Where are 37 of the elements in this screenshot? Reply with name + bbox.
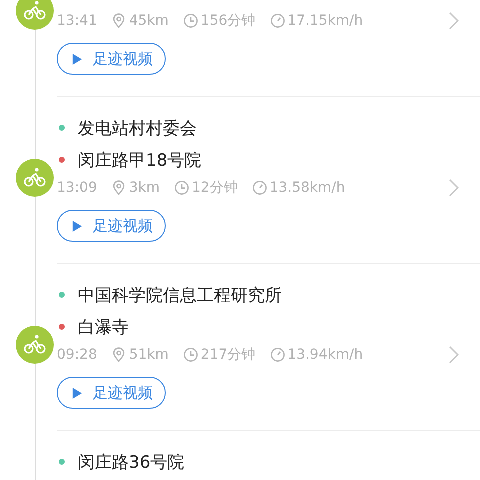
start-time: 09:28 — [57, 347, 98, 363]
distance: 3km — [129, 180, 160, 196]
average-speed: 13.94km/h — [288, 347, 364, 363]
place-name: 闵庄路甲18号院 — [78, 150, 202, 172]
clock-icon — [174, 180, 190, 196]
clock-icon — [182, 347, 199, 363]
speedometer-icon — [270, 347, 286, 363]
clock-icon — [182, 13, 199, 29]
place-name: 白瀑寺 — [78, 316, 129, 338]
location-pin-icon — [111, 13, 128, 29]
average-speed: 17.15km/h — [288, 13, 364, 29]
place-name: 闵庄路36号院 — [78, 452, 185, 474]
track-video-button[interactable]: 足迹视频 — [57, 43, 166, 75]
chevron-right-icon[interactable] — [448, 11, 460, 31]
bicycle-icon — [16, 159, 54, 197]
chevron-right-icon[interactable] — [448, 345, 460, 365]
place-name: 发电站村村委会 — [78, 118, 197, 140]
start-time: 13:41 — [57, 13, 98, 29]
location-pin-icon — [111, 180, 128, 196]
chevron-right-icon[interactable] — [448, 178, 460, 198]
duration: 217分钟 — [200, 346, 256, 364]
distance: 51km — [129, 347, 169, 363]
track-video-button[interactable]: 足迹视频 — [57, 210, 166, 242]
duration: 156分钟 — [200, 12, 256, 30]
track-video-button[interactable]: 足迹视频 — [57, 377, 166, 409]
place-name: 中国科学院信息工程研究所 — [78, 284, 282, 306]
start-time: 13:09 — [57, 180, 98, 196]
average-speed: 13.58km/h — [270, 180, 346, 196]
duration: 12分钟 — [192, 179, 238, 197]
play-icon — [72, 52, 83, 66]
speedometer-icon — [252, 180, 268, 196]
play-icon — [72, 220, 83, 232]
distance: 45km — [129, 13, 169, 29]
play-icon — [72, 386, 83, 400]
bicycle-icon — [16, 326, 54, 364]
location-pin-icon — [111, 347, 128, 363]
speedometer-icon — [270, 13, 286, 29]
